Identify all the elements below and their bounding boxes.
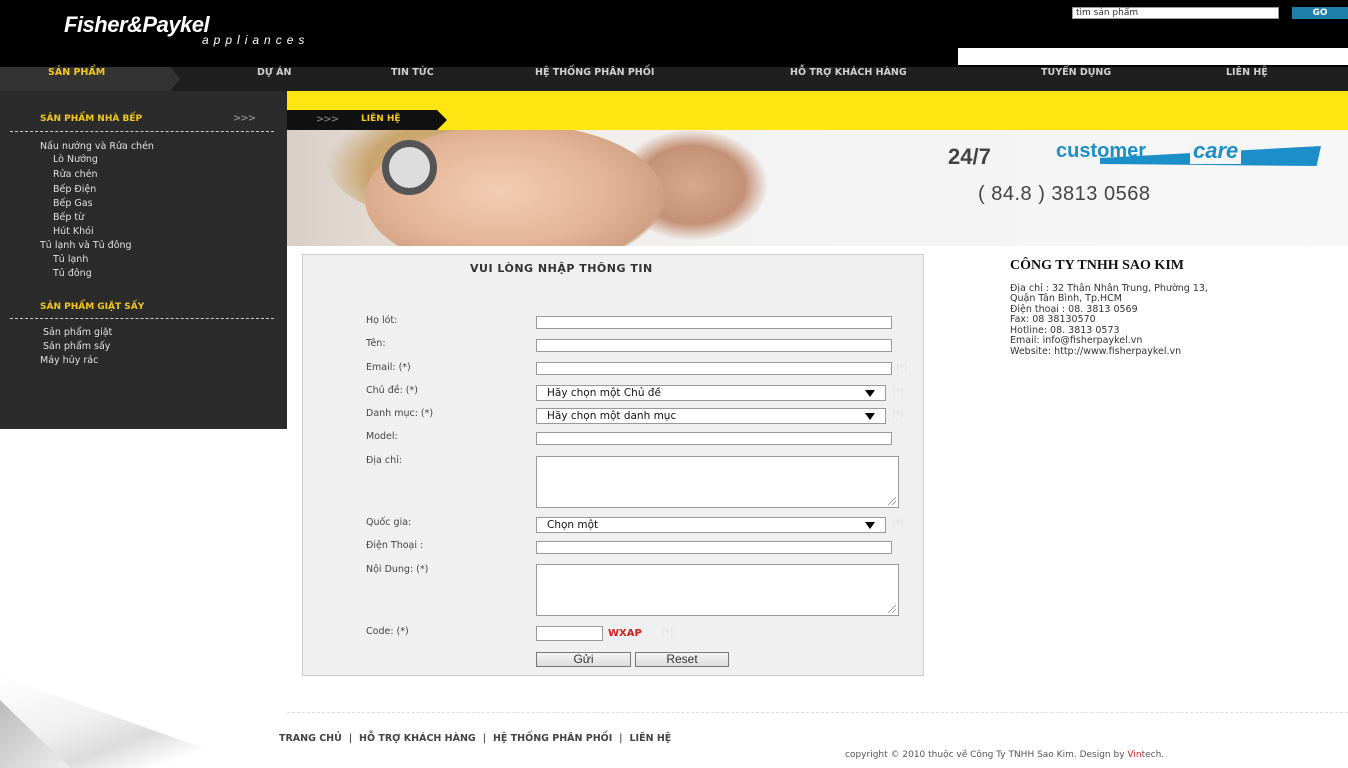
model-input[interactable] [536, 432, 892, 445]
main-nav: SẢN PHẨM DỰ ÁN TIN TỨC HỆ THỐNG PHÂN PHỐ… [0, 67, 1348, 91]
logo[interactable]: Fisher&Paykel [64, 12, 210, 38]
footer-link-ho-tro[interactable]: HỖ TRỢ KHÁCH HÀNG [359, 733, 476, 744]
care-phone: ( 84.8 ) 3813 0568 [978, 183, 1151, 205]
ten-input[interactable] [536, 339, 892, 352]
footer-separator: | [619, 733, 623, 744]
reset-button[interactable]: Reset [635, 652, 729, 667]
captcha-input[interactable] [536, 626, 603, 641]
label-noi-dung: Nội Dung: (*) [366, 564, 429, 575]
quoc-gia-select-value: Chọn một [547, 519, 599, 531]
footer-link-trang-chu[interactable]: TRANG CHỦ [279, 733, 342, 744]
customer-care-banner [287, 130, 1348, 246]
footer-separator: | [482, 733, 486, 744]
sidebar-item-hut-khoi[interactable]: Hút Khói [53, 226, 94, 237]
copyright: copyright © 2010 thuộc về Công Ty TNHH S… [845, 750, 1164, 760]
nav-item-ho-tro-khach-hang[interactable]: HỖ TRỢ KHÁCH HÀNG [790, 67, 907, 91]
sidebar-item-san-pham-say[interactable]: Sản phẩm sấy [43, 341, 110, 352]
chevrons-icon: >>> [233, 113, 256, 124]
resize-handle-icon[interactable] [888, 497, 896, 505]
company-fax: Fax: 08 38130570 [1010, 314, 1096, 325]
required-mark: (*) [896, 363, 908, 373]
captcha-code: WXAP [608, 628, 642, 639]
footer-divider [287, 712, 1348, 713]
sidebar-item-bep-dien[interactable]: Bếp Điện [53, 184, 96, 195]
chu-de-select[interactable]: Hãy chọn một Chủ đề [536, 385, 886, 401]
footer-nav: TRANG CHỦ | HỖ TRỢ KHÁCH HÀNG | HỆ THỐNG PHÂ… [279, 733, 671, 744]
label-danh-muc: Danh mục: (*) [366, 408, 434, 419]
sidebar-item-nau-nuong[interactable]: Nấu nướng và Rửa chén [40, 141, 154, 152]
sidebar-item-tu-lanh-tu-dong[interactable]: Tủ lạnh và Tủ đông [40, 240, 132, 251]
sidebar-item-rua-chen[interactable]: Rửa chén [53, 169, 98, 180]
label-ten: Tên: [366, 338, 386, 349]
label-code: Code: (*) [366, 626, 409, 637]
label-model: Model: [366, 431, 398, 442]
company-address-2: Quận Tân Bình, Tp.HCM [1010, 293, 1122, 304]
nav-item-du-an[interactable]: DỰ ÁN [257, 67, 291, 91]
company-name: CÔNG TY TNHH SAO KIM [1010, 258, 1184, 273]
footer-separator: | [348, 733, 353, 744]
nav-item-tin-tuc[interactable]: TIN TỨC [391, 67, 434, 91]
ho-lot-input[interactable] [536, 316, 892, 329]
required-mark: (*) [892, 387, 904, 397]
required-mark: (*) [662, 628, 674, 638]
label-email: Email: (*) [366, 362, 411, 373]
search-input[interactable]: tìm sản phẩm [1072, 7, 1279, 19]
nav-item-lien-he[interactable]: LIÊN HỆ [1226, 67, 1268, 91]
yellow-strip [287, 91, 1348, 130]
sidebar-divider [10, 318, 274, 319]
footer-link-he-thong[interactable]: HỆ THỐNG PHÂN PHỐI [493, 733, 612, 744]
search-go-button[interactable]: GO [1292, 7, 1348, 19]
danh-muc-select-value: Hãy chọn một danh mục [547, 410, 677, 422]
sidebar-item-san-pham-giat[interactable]: Sản phẩm giặt [43, 327, 112, 338]
sidebar-item-tu-lanh[interactable]: Tủ lạnh [53, 254, 88, 265]
submit-button[interactable]: Gửi [536, 652, 631, 667]
breadcrumb-label: LIÊN HỆ [361, 114, 401, 124]
sidebar-item-tu-dong[interactable]: Tủ đông [53, 268, 92, 279]
sidebar-heading-kitchen: SẢN PHẨM NHÀ BẾP [40, 114, 143, 124]
chu-de-select-value: Hãy chọn một Chủ đề [547, 387, 661, 399]
company-website[interactable]: Website: http://www.fisherpaykel.vn [1010, 346, 1181, 358]
quoc-gia-select[interactable]: Chọn một [536, 517, 886, 533]
sidebar-item-bep-tu[interactable]: Bếp từ [53, 212, 84, 223]
header-white-strip [958, 48, 1348, 65]
sidebar-divider [10, 131, 274, 132]
copyright-suffix: . [1161, 750, 1165, 760]
label-ho-lot: Họ lót: [366, 315, 398, 326]
footer-link-lien-he[interactable]: LIÊN HỆ [630, 733, 672, 744]
care-hours: 24/7 [948, 144, 991, 169]
care-word-customer: customer [1056, 140, 1147, 162]
dien-thoai-input[interactable] [536, 541, 892, 554]
design-brand-b[interactable]: tech [1142, 750, 1162, 760]
label-dia-chi: Địa chỉ: [366, 455, 402, 466]
resize-handle-icon[interactable] [888, 605, 896, 613]
chevrons-icon: >>> [316, 114, 339, 125]
danh-muc-select[interactable]: Hãy chọn một danh mục [536, 408, 886, 424]
sidebar-heading-laundry: SẢN PHẨM GIẶT SẤY [40, 302, 145, 312]
email-input[interactable] [536, 362, 892, 375]
form-title: VUI LÒNG NHẬP THÔNG TIN [470, 262, 653, 275]
chevron-down-icon [865, 522, 875, 529]
nav-item-he-thong-phan-phoi[interactable]: HỆ THỐNG PHÂN PHỐI [535, 67, 654, 91]
nav-item-tuyen-dung[interactable]: TUYỂN DỤNG [1041, 67, 1111, 91]
required-mark: (*) [892, 410, 904, 420]
sidebar-item-bep-gas[interactable]: Bếp Gas [53, 198, 93, 209]
logo-tagline: appliances [202, 33, 310, 47]
design-brand-a[interactable]: Vin [1127, 750, 1141, 760]
label-dien-thoai: Điện Thoại : [366, 540, 424, 551]
noi-dung-textarea[interactable] [536, 564, 899, 616]
company-email[interactable]: Email: info@fisherpaykel.vn [1010, 335, 1142, 347]
sidebar-item-may-huy-rac[interactable]: Máy hủy rác [40, 355, 98, 366]
label-quoc-gia: Quốc gia: [366, 517, 412, 528]
dia-chi-textarea[interactable] [536, 456, 899, 508]
sidebar: SẢN PHẨM NHÀ BẾP >>> Nấu nướng và Rửa ch… [0, 91, 287, 429]
label-chu-de: Chủ đề: (*) [366, 385, 418, 396]
sidebar-item-lo-nuong[interactable]: Lò Nướng [53, 154, 98, 165]
chevron-down-icon [865, 413, 875, 420]
copyright-text: copyright © 2010 thuộc về Công Ty TNHH S… [845, 750, 1128, 760]
care-word-care: care [1190, 138, 1242, 164]
required-mark: (*) [892, 519, 904, 529]
headset-icon [382, 140, 437, 195]
nav-item-san-pham[interactable]: SẢN PHẨM [48, 67, 105, 91]
chevron-down-icon [865, 390, 875, 397]
